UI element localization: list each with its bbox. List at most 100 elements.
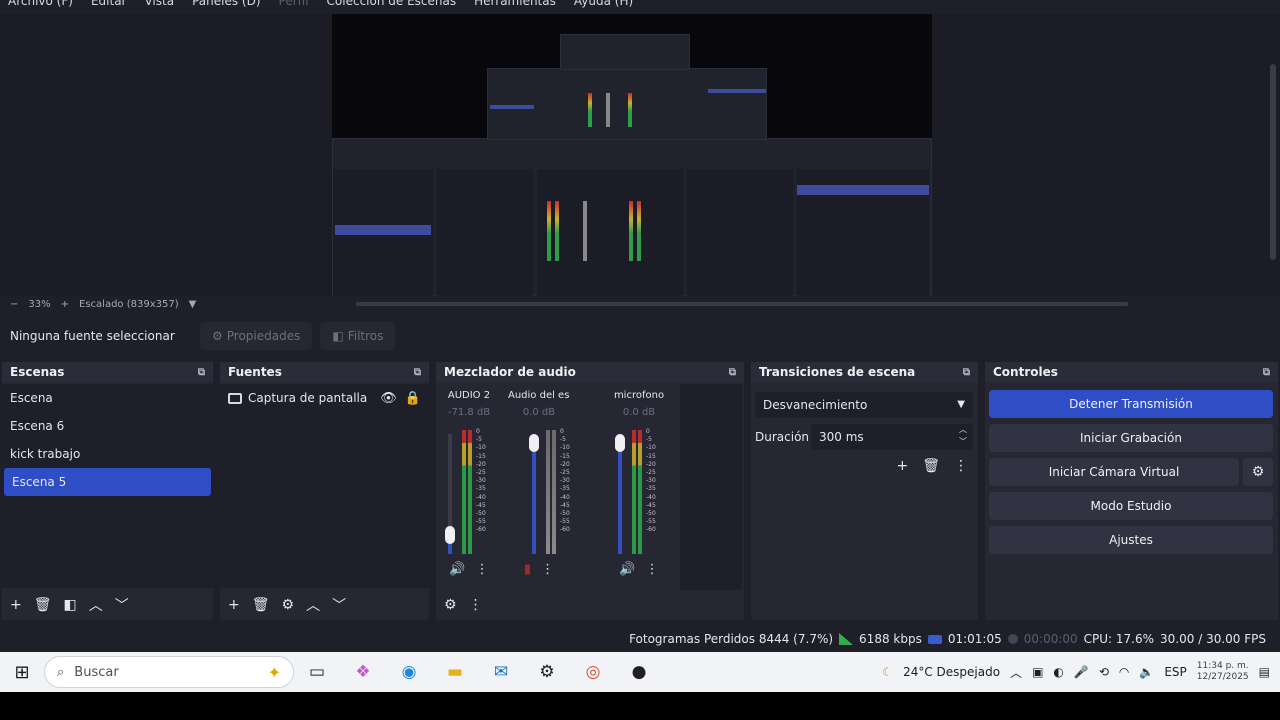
scene-item-selected[interactable]: Escena 5 [4, 468, 211, 496]
chevron-up-icon[interactable]: ︿ [1010, 664, 1022, 681]
gear-icon[interactable]: ⚙ [282, 597, 295, 613]
tray-app-icon[interactable]: ◐ [1053, 665, 1063, 679]
move-down-icon[interactable]: ﹀ [115, 595, 129, 615]
volume-knob[interactable] [615, 434, 625, 452]
add-icon[interactable]: + [228, 597, 240, 613]
lock-icon[interactable]: 🔒 [405, 391, 421, 406]
language-indicator[interactable]: ESP [1164, 665, 1186, 679]
volume-slider[interactable] [615, 434, 625, 554]
more-options-icon[interactable]: ⋮ [954, 458, 968, 474]
taskbar-search[interactable]: ⌕ Buscar ✦ [44, 656, 294, 688]
more-options-icon[interactable]: ⋮ [476, 562, 489, 577]
preview-canvas[interactable] [332, 14, 932, 296]
virtual-camera-settings-icon[interactable]: ⚙ [1243, 458, 1273, 486]
speaker-icon[interactable]: 🔊 [449, 562, 465, 577]
tray-app-icon[interactable]: ▣ [1032, 665, 1043, 679]
scene-item[interactable]: kick trabajo [2, 440, 213, 468]
menu-file[interactable]: Archivo (F) [8, 0, 73, 10]
task-view-icon[interactable]: ▭ [294, 662, 340, 682]
edge-icon[interactable]: ◉ [386, 662, 432, 682]
horizontal-scrollbar[interactable] [356, 302, 1128, 306]
filter-icon[interactable]: ◧ [64, 597, 77, 613]
clock[interactable]: 11:34 p. m. 12/27/2025 [1197, 661, 1249, 683]
duration-label: Duración [755, 430, 810, 444]
outlook-icon[interactable]: ✉ [478, 662, 524, 682]
menu-profile[interactable]: Perfil [279, 0, 309, 10]
start-recording-button[interactable]: Iniciar Grabación [989, 424, 1273, 452]
studio-mode-button[interactable]: Modo Estudio [989, 492, 1273, 520]
microphone-icon[interactable]: 🎤 [1074, 665, 1089, 679]
menu-docks[interactable]: Paneles (D) [192, 0, 260, 10]
windows-start-icon[interactable]: ⊞ [0, 662, 44, 683]
more-options-icon[interactable]: ⋮ [646, 562, 659, 577]
file-explorer-icon[interactable]: ▬ [432, 662, 478, 682]
volume-knob[interactable] [529, 434, 539, 452]
speaker-icon[interactable]: 🔊 [619, 562, 635, 577]
add-icon[interactable]: + [10, 597, 22, 613]
weather-text[interactable]: 24°C Despejado [903, 665, 1000, 679]
menu-help[interactable]: Ayuda (H) [574, 0, 633, 10]
mixer-settings-icon[interactable]: ⚙ [444, 597, 457, 613]
more-options-icon[interactable]: ⋮ [469, 597, 483, 613]
undock-icon[interactable]: ⧉ [414, 367, 421, 378]
gear-icon: ⚙ [212, 329, 223, 343]
scale-dropdown-icon[interactable]: ▼ [189, 299, 197, 310]
level-meter [638, 430, 642, 554]
volume-icon[interactable]: 🔈 [1139, 665, 1154, 679]
trash-icon[interactable]: 🗑 [922, 458, 940, 474]
channel-db: 0.0 dB [622, 407, 656, 418]
source-item[interactable]: Captura de pantalla 👁 🔒 [220, 384, 429, 412]
nested-capture-large [332, 138, 932, 296]
preview-scrollbar[interactable] [1270, 64, 1276, 260]
chrome-icon[interactable]: ◎ [570, 662, 616, 682]
scene-item[interactable]: Escena 6 [2, 412, 213, 440]
move-down-icon[interactable]: ﹀ [332, 595, 346, 615]
more-options-icon[interactable]: ⋮ [541, 562, 554, 577]
menu-scene-collection[interactable]: Colección de Escenas [327, 0, 457, 10]
duration-input[interactable]: 300 ms ︿ ﹀ [811, 424, 973, 450]
zoom-out-button[interactable]: − [10, 299, 18, 310]
volume-knob[interactable] [445, 526, 455, 544]
filter-icon: ◧ [332, 329, 344, 343]
undock-icon[interactable]: ⧉ [963, 367, 970, 378]
stream-icon [927, 634, 942, 644]
start-virtual-camera-button[interactable]: Iniciar Cámara Virtual [989, 458, 1239, 486]
move-up-icon[interactable]: ︿ [306, 595, 320, 615]
menu-view[interactable]: Vista [144, 0, 174, 10]
spinner-icon[interactable]: ︿ ﹀ [959, 424, 967, 448]
volume-slider[interactable] [529, 434, 539, 554]
settings-icon[interactable]: ⚙ [524, 662, 570, 682]
dock-title: Fuentes [228, 365, 282, 379]
wifi-icon[interactable]: ◠ [1119, 665, 1129, 679]
record-icon [1007, 634, 1018, 644]
eye-icon[interactable]: 👁 [380, 391, 397, 406]
muted-speaker-icon[interactable]: ▮ [524, 562, 531, 577]
undock-icon[interactable]: ⧉ [1263, 367, 1270, 378]
scene-item[interactable]: Escena [2, 384, 213, 412]
preview-area[interactable] [0, 14, 1280, 296]
tray-app-icon[interactable]: ⟲ [1099, 665, 1109, 679]
stop-streaming-button[interactable]: Detener Transmisión [989, 390, 1273, 418]
settings-button[interactable]: Ajustes [989, 526, 1273, 554]
copilot-icon[interactable]: ❖ [340, 662, 386, 682]
obs-window: Archivo (F) Editar Vista Paneles (D) Per… [0, 0, 1280, 652]
properties-button[interactable]: ⚙ Propiedades [200, 322, 313, 350]
trash-icon[interactable]: 🗑 [34, 597, 52, 613]
transition-select[interactable]: Desvanecimiento ▼ [755, 392, 973, 418]
copilot-sparkle-icon: ✦ [267, 662, 281, 682]
add-icon[interactable]: + [896, 458, 908, 474]
menu-edit[interactable]: Editar [91, 0, 127, 10]
obs-icon[interactable]: ● [616, 662, 662, 682]
mixer-channel: microfono 0.0 dB 0 -5 -10 -15 -20 -25 -30 -35 -4… [608, 384, 670, 590]
notification-icon[interactable]: ▤ [1259, 665, 1270, 679]
filters-button[interactable]: ◧ Filtros [320, 322, 396, 350]
move-up-icon[interactable]: ︿ [89, 595, 103, 615]
volume-slider[interactable] [445, 434, 455, 554]
trash-icon[interactable]: 🗑 [252, 597, 270, 613]
undock-icon[interactable]: ⧉ [198, 367, 205, 378]
zoom-in-button[interactable]: + [61, 299, 69, 310]
menu-tools[interactable]: Herramientas [474, 0, 556, 10]
undock-icon[interactable]: ⧉ [729, 367, 736, 378]
dropped-frames: Fotogramas Perdidos 8444 (7.7%) [629, 632, 834, 646]
dock-title: Controles [993, 365, 1058, 379]
